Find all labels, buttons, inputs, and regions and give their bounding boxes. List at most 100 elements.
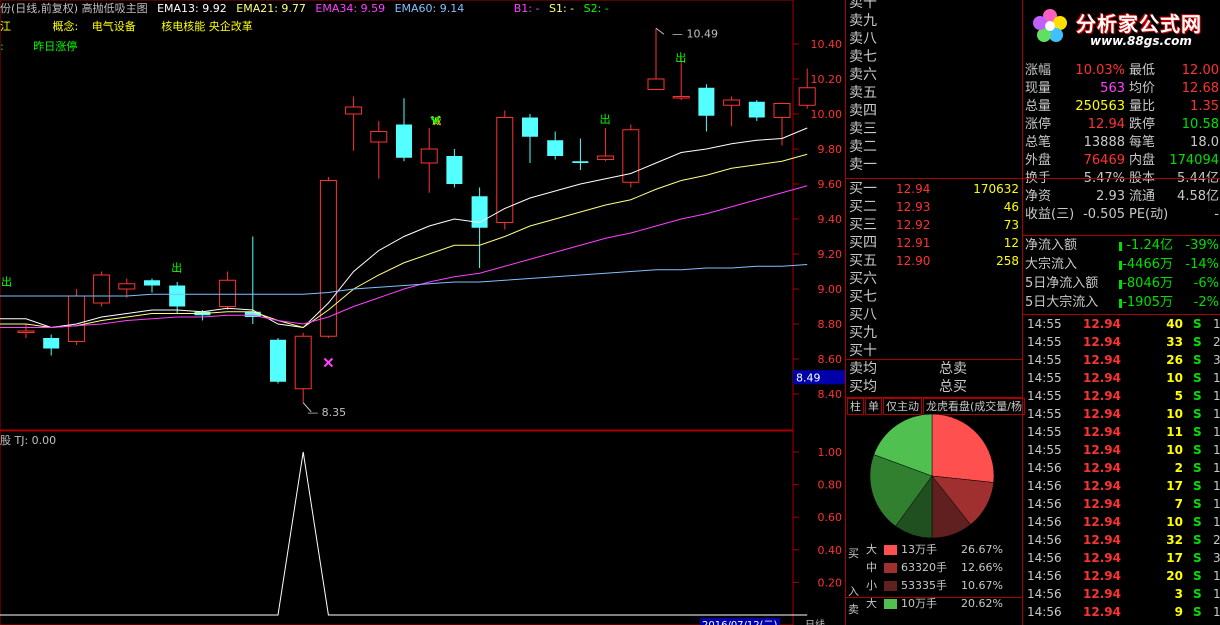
orderbook-level-label: 买五 [849, 253, 877, 269]
tick-row[interactable]: 14:56 12.94 7 S 1 [1025, 495, 1220, 513]
ema21-line [0, 153, 808, 329]
tick-side: S [1193, 317, 1202, 331]
orderbook-price: 12.91 [896, 236, 931, 250]
logo-url: www.88gs.com [1090, 34, 1192, 48]
tick-row[interactable]: 14:55 12.94 11 S 1 [1025, 423, 1220, 441]
tick-row[interactable]: 14:56 12.94 9 S 1 [1025, 603, 1220, 621]
tick-volume: 17 [1166, 479, 1183, 493]
orderbook-summary-2: 买均 总买 [849, 378, 1023, 396]
fund-flow-value: -1905万 [1122, 295, 1173, 310]
low-label: — 8.35 [307, 406, 346, 419]
stats-value: 12.68 [1181, 81, 1219, 96]
tick-price: 12.94 [1083, 587, 1121, 601]
candle-body [169, 285, 186, 307]
tick-time: 14:56 [1027, 479, 1062, 493]
tick-row[interactable]: 14:55 12.94 40 S 1 [1025, 315, 1220, 333]
kline-chart-panel[interactable]: 10.40 10.20 10.00 9.80 9.60 9.40 9.20 9.00 8.80 8… [0, 0, 845, 625]
tick-price: 12.94 [1083, 515, 1121, 529]
tick-row[interactable]: 14:56 12.94 20 S 1 [1025, 567, 1220, 585]
ema60-label: EMA60: 9.14 [394, 2, 465, 15]
candle-body [522, 117, 538, 137]
orderbook-price: 12.93 [896, 200, 931, 214]
tick-row[interactable]: 14:55 12.94 26 S 3 [1025, 351, 1220, 369]
tick-time: 14:56 [1027, 461, 1062, 475]
high-marker [655, 27, 665, 35]
tick-volume: 5 [1174, 389, 1183, 403]
site-logo: 分析家公式网 www.88gs.com [1028, 4, 1218, 54]
tick-price: 12.94 [1083, 353, 1121, 367]
tick-row[interactable]: 14:56 12.94 17 S 1 [1025, 477, 1220, 495]
tick-row[interactable]: 14:55 12.94 5 S 1 [1025, 387, 1220, 405]
price-axis-label: 9.00 [818, 283, 843, 296]
tick-volume: 17 [1166, 551, 1183, 565]
pie-slice [931, 413, 995, 483]
candle-body [496, 117, 514, 223]
price-axis-label: 9.40 [818, 213, 843, 226]
tick-count: 1 [1213, 425, 1220, 439]
kline-chart-svg[interactable]: 10.40 10.20 10.00 9.80 9.60 9.40 9.20 9.00 8.80 8… [0, 0, 845, 625]
tick-row[interactable]: 14:55 12.94 33 S 2 [1025, 333, 1220, 351]
stats-value: 5.47% [1083, 171, 1125, 186]
orderbook-buy-row: 买二 12.93 46 [849, 198, 1023, 216]
stats-label: PE(动) [1129, 207, 1169, 222]
tick-price: 12.94 [1083, 551, 1121, 565]
tick-count: 1 [1213, 461, 1220, 475]
stats-row: 总笔 13888 每笔 18.0 [1025, 134, 1220, 152]
tick-row[interactable]: 14:56 12.94 2 S 1 [1025, 459, 1220, 477]
candle-body [396, 124, 412, 158]
fund-flow-value: -8046万 [1122, 276, 1173, 291]
indicator-title: 股 TJ: 0.00 [0, 434, 57, 447]
fund-flow-pct: -14% [1185, 257, 1219, 272]
period-label: 日线 [805, 618, 825, 625]
tick-row[interactable]: 14:55 12.94 10 S 1 [1025, 369, 1220, 387]
tick-side: S [1193, 587, 1202, 601]
tick-side: S [1193, 515, 1202, 529]
tick-row[interactable]: 14:55 12.94 10 S 1 [1025, 441, 1220, 459]
tick-count: 1 [1213, 497, 1220, 511]
tick-side: S [1193, 443, 1202, 457]
orderbook-level-label: 买三 [849, 217, 877, 233]
orderbook-volume: 12 [1003, 236, 1019, 250]
stats-value: -0.505 [1083, 207, 1125, 222]
avg-buy-label: 买均 [849, 379, 877, 395]
tick-side: S [1193, 569, 1202, 583]
tick-row[interactable]: 14:56 12.94 3 S 1 [1025, 585, 1220, 603]
candle-body [17, 330, 35, 333]
stats-value: 10.03% [1075, 63, 1125, 78]
orderbook-sell-row: 卖九 [849, 12, 1023, 30]
tick-side: S [1193, 497, 1202, 511]
indicator-axis-label: 0.20 [818, 576, 843, 589]
fund-flow-value: -4466万 [1122, 257, 1173, 272]
tick-row[interactable]: 14:55 12.94 10 S 1 [1025, 405, 1220, 423]
candle-body [118, 283, 136, 290]
stats-row: 现量 563 均价 12.68 [1025, 80, 1220, 98]
legend-pct: 26.67% [961, 543, 1003, 556]
candle-body [219, 279, 237, 307]
price-axis-label: 9.60 [818, 178, 843, 191]
tick-row[interactable]: 14:56 12.94 32 S 2 [1025, 531, 1220, 549]
prev-row: : 昨日涨停 [0, 38, 77, 54]
high-label: — 10.49 [672, 27, 718, 40]
orderbook-level-label: 买四 [849, 235, 877, 251]
tick-side: S [1193, 407, 1202, 421]
tick-volume: 7 [1174, 497, 1183, 511]
tick-price: 12.94 [1083, 335, 1121, 349]
price-pane-frame [0, 0, 794, 431]
orderbook-level-label: 卖十 [849, 0, 877, 11]
tick-time: 14:55 [1027, 353, 1062, 367]
indicator-axis-label: 0.60 [818, 511, 843, 524]
tick-row[interactable]: 14:56 12.94 17 S 3 [1025, 549, 1220, 567]
legend-size: 中 [866, 561, 877, 574]
tick-side: S [1193, 425, 1202, 439]
tick-time: 14:55 [1027, 389, 1062, 403]
fund-flow-row: 5日大宗流入 -1905万 -2% [1025, 294, 1220, 312]
legend-pct: 10.67% [961, 579, 1003, 592]
orderbook-buy-row: 买十 [849, 342, 1023, 360]
tick-row[interactable]: 14:56 12.94 10 S 1 [1025, 513, 1220, 531]
orderbook-sell-row: 卖六 [849, 66, 1023, 84]
tick-side: S [1193, 371, 1202, 385]
tick-price: 12.94 [1083, 443, 1121, 457]
stats-label: 量比 [1129, 99, 1156, 114]
pie-legend-row: 小 53335手 10.67% [847, 578, 1023, 594]
candle-body [773, 103, 791, 118]
